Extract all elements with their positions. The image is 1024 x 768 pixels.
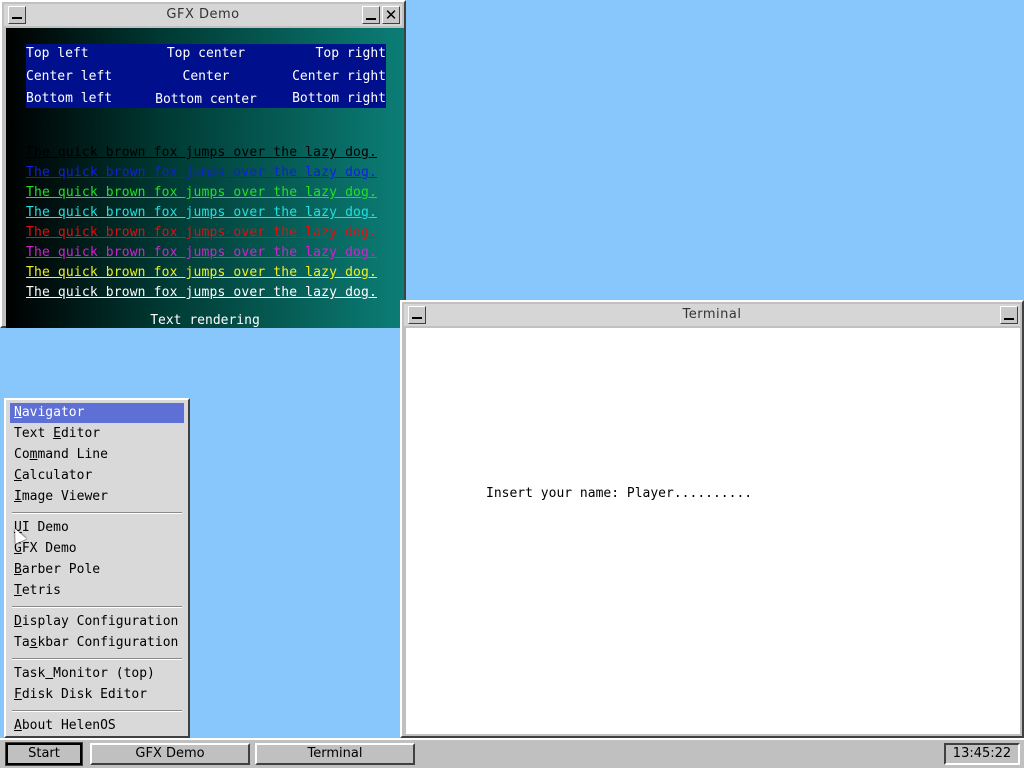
fox-text-line: The quick brown fox jumps over the lazy … (26, 225, 377, 240)
minimize-icon (1004, 318, 1014, 320)
gfx-demo-canvas: Top left Top center Top right Center lef… (6, 28, 404, 328)
terminal-prompt: Insert your name: Player.......... (486, 486, 753, 501)
start-menu-item-task-monitor-top[interactable]: Task Monitor (top) (10, 664, 184, 684)
task-button-gfx-demo[interactable]: GFX Demo (90, 743, 250, 765)
taskbar: Start GFX Demo Terminal 13:45:22 (0, 738, 1024, 768)
menu-separator (12, 658, 182, 660)
fox-text-line: The quick brown fox jumps over the lazy … (26, 185, 377, 200)
window-title: GFX Demo (166, 7, 240, 22)
fox-text-line: The quick brown fox jumps over the lazy … (26, 245, 377, 260)
start-menu-item-fdisk-disk-editor[interactable]: Fdisk Disk Editor (10, 685, 184, 705)
menu-separator (12, 512, 182, 514)
clock: 13:45:22 (944, 743, 1020, 765)
minimize-button[interactable] (362, 6, 380, 24)
start-menu[interactable]: Navigator Text Editor Command Line Calculat… (4, 398, 190, 738)
start-menu-item-text-editor[interactable]: Text Editor (10, 424, 184, 444)
align-center-right: Center right (292, 69, 386, 84)
start-menu-item-gfx-demo[interactable]: GFX Demo (10, 539, 184, 559)
fox-text-line: The quick brown fox jumps over the lazy … (26, 265, 377, 280)
minimize-icon (366, 18, 376, 20)
close-icon: ✕ (384, 6, 398, 24)
fox-text-line: The quick brown fox jumps over the lazy … (26, 145, 377, 160)
terminal-window[interactable]: Terminal Insert your name: Player.......… (400, 300, 1024, 738)
close-button[interactable]: ✕ (382, 6, 400, 24)
fox-text-line: The quick brown fox jumps over the lazy … (26, 165, 377, 180)
start-menu-item-taskbar-configuration[interactable]: Taskbar Configuration (10, 633, 184, 653)
demo-caption: Text rendering (150, 313, 260, 328)
start-menu-item-command-line[interactable]: Command Line (10, 445, 184, 465)
gfx-demo-window[interactable]: GFX Demo ✕ Top left Top center Top right… (0, 0, 406, 328)
start-menu-item-display-configuration[interactable]: Display Configuration (10, 612, 184, 632)
minimize-button[interactable] (1000, 306, 1018, 324)
terminal-output[interactable]: Insert your name: Player.......... (406, 328, 1020, 734)
start-menu-item-barber-pole[interactable]: Barber Pole (10, 560, 184, 580)
start-menu-item-calculator[interactable]: Calculator (10, 466, 184, 486)
fox-text-line: The quick brown fox jumps over the lazy … (26, 285, 377, 300)
gfx-demo-titlebar[interactable]: GFX Demo ✕ (4, 4, 402, 26)
start-menu-item-image-viewer[interactable]: Image Viewer (10, 487, 184, 507)
start-menu-item-navigator[interactable]: Navigator (10, 403, 184, 423)
start-menu-item-ui-demo[interactable]: UI Demo (10, 518, 184, 538)
start-button[interactable]: Start (5, 742, 83, 766)
task-button-terminal[interactable]: Terminal (255, 743, 415, 765)
menu-separator (12, 710, 182, 712)
start-menu-item-tetris[interactable]: Tetris (10, 581, 184, 601)
align-bottom-right: Bottom right (292, 91, 386, 106)
fox-text-line: The quick brown fox jumps over the lazy … (26, 205, 377, 220)
start-menu-item-about-helenos[interactable]: About HelenOS (10, 716, 184, 736)
terminal-titlebar[interactable]: Terminal (404, 304, 1020, 326)
align-top-right: Top right (315, 46, 386, 61)
menu-separator (12, 606, 182, 608)
window-title: Terminal (682, 307, 742, 322)
text-alignment-box: Top left Top center Top right Center lef… (26, 44, 386, 108)
